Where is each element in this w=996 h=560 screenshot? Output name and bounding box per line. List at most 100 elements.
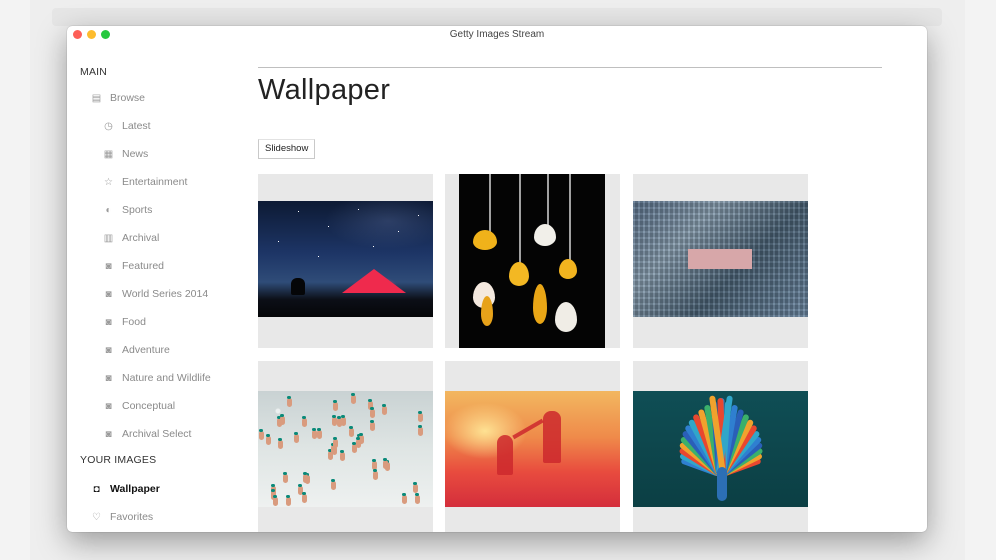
- swimmers-image: [258, 391, 433, 507]
- swimmer-shape: [373, 471, 378, 480]
- camera-icon: ◙: [105, 316, 112, 328]
- sidebar-item-archival[interactable]: ▥ Archival: [103, 229, 160, 247]
- sidebar-item-label: Archival: [122, 232, 160, 244]
- swimmer-shape: [294, 434, 299, 443]
- sidebar-item-label: Archival Select: [122, 428, 192, 440]
- sidebar-item-label: World Series 2014: [122, 288, 209, 300]
- swimmer-shape: [349, 428, 354, 437]
- your-images-section-heading: YOUR IMAGES: [80, 454, 157, 466]
- sidebar-item-label: Latest: [122, 120, 151, 132]
- image-tile[interactable]: [445, 361, 620, 532]
- sidebar-item-world-series-2014[interactable]: ◙ World Series 2014: [103, 285, 208, 303]
- image-tile[interactable]: [445, 174, 620, 348]
- swim-cap-shape: [273, 495, 277, 498]
- sidebar-item-label: Sports: [122, 204, 153, 216]
- swimmer-shape: [317, 430, 322, 439]
- swim-cap-shape: [368, 399, 372, 402]
- sidebar-item-nature-and-wildlife[interactable]: ◙ Nature and Wildlife: [103, 369, 210, 387]
- camera-icon: ◙: [105, 372, 112, 384]
- swim-cap-shape: [413, 482, 417, 485]
- image-tile[interactable]: [633, 361, 808, 532]
- title-divider: [258, 67, 882, 68]
- swimmer-shape: [259, 431, 264, 440]
- swim-cap-shape: [271, 484, 275, 487]
- parrot-image: [633, 391, 808, 507]
- sidebar-item-conceptual[interactable]: ◙ Conceptual: [103, 397, 175, 415]
- app-window: Getty Images Stream MAIN ▤ Browse ◷ Late…: [67, 26, 927, 532]
- sidebar-item-entertainment[interactable]: ☆ Entertainment: [103, 173, 187, 191]
- swim-cap-shape: [418, 425, 422, 428]
- swimmer-shape: [278, 440, 283, 449]
- sidebar-item-label: Featured: [122, 260, 165, 272]
- sidebar-item-news[interactable]: ▦ News: [103, 145, 149, 163]
- swimmer-shape: [312, 430, 317, 439]
- slideshow-button[interactable]: Slideshow: [258, 139, 316, 159]
- sidebar-item-label: Browse: [110, 92, 146, 104]
- sidebar-item-browse[interactable]: ▤ Browse: [91, 89, 145, 107]
- sidebar-item-sports[interactable]: ◐ Sports: [103, 201, 152, 219]
- star-icon: ☆: [104, 176, 113, 188]
- swim-cap-shape: [294, 432, 298, 435]
- sidebar-item-latest[interactable]: ◷ Latest: [103, 117, 151, 135]
- sidebar-item-label: Wallpaper: [110, 483, 160, 495]
- swimmer-shape: [302, 494, 307, 503]
- swim-cap-shape: [415, 493, 419, 496]
- swim-cap-shape: [302, 492, 306, 495]
- swim-cap-shape: [349, 426, 353, 429]
- swimmer-shape: [351, 395, 356, 404]
- swimmer-shape: [418, 427, 423, 436]
- tent-shape: [342, 269, 406, 293]
- night-sky-tent-image: [258, 201, 433, 317]
- sidebar-item-featured[interactable]: ◙ Featured: [103, 257, 164, 275]
- swimmer-shape: [415, 495, 420, 504]
- swim-cap-shape: [271, 489, 275, 492]
- swim-cap-shape: [303, 472, 307, 475]
- camera-icon: ◙: [105, 400, 112, 412]
- swimmer-shape: [340, 452, 345, 461]
- image-tile[interactable]: [258, 361, 433, 532]
- browse-icon: ▤: [91, 92, 102, 104]
- swimmer-shape: [266, 436, 271, 445]
- swimmer-shape: [283, 474, 288, 483]
- swim-cap-shape: [280, 414, 284, 417]
- sky-patch: [688, 249, 752, 269]
- swim-cap-shape: [341, 415, 345, 418]
- sunset-high-five-image: [445, 391, 620, 507]
- swim-cap-shape: [370, 407, 374, 410]
- sidebar-item-adventure[interactable]: ◙ Adventure: [103, 341, 169, 359]
- swim-cap-shape: [418, 411, 422, 414]
- heart-icon: ♡: [92, 511, 101, 523]
- swim-cap-shape: [337, 416, 341, 419]
- swim-cap-shape: [332, 415, 336, 418]
- sidebar-item-archival-select[interactable]: ◙ Archival Select: [103, 425, 191, 443]
- sidebar-item-food[interactable]: ◙ Food: [103, 313, 145, 331]
- swim-cap-shape: [317, 428, 321, 431]
- window-title: Getty Images Stream: [449, 29, 545, 40]
- swim-cap-shape: [373, 469, 377, 472]
- sidebar-item-label: Entertainment: [122, 176, 188, 188]
- swim-cap-shape: [286, 495, 290, 498]
- sidebar-item-wallpaper[interactable]: ◘ Wallpaper: [91, 480, 160, 498]
- swimmer-shape: [273, 497, 278, 506]
- swim-cap-shape: [331, 479, 335, 482]
- swim-cap-shape: [370, 420, 374, 423]
- swim-cap-shape: [372, 459, 376, 462]
- swimmer-shape: [333, 439, 338, 448]
- sidebar-item-label: News: [122, 148, 149, 160]
- title-bar: Getty Images Stream: [67, 26, 927, 46]
- swimmer-shape: [382, 406, 387, 415]
- image-tile[interactable]: [258, 174, 433, 348]
- sidebar-item-favorites[interactable]: ♡ Favorites: [91, 508, 153, 526]
- swim-cap-shape: [402, 493, 406, 496]
- swim-cap-shape: [259, 429, 263, 432]
- swim-cap-shape: [356, 437, 360, 440]
- swim-cap-shape: [302, 416, 306, 419]
- wallpaper-icon: ◘: [93, 483, 100, 495]
- camera-icon: ◙: [105, 288, 112, 300]
- swimmer-shape: [370, 422, 375, 431]
- swim-cap-shape: [340, 450, 344, 453]
- swimmer-shape: [370, 409, 375, 418]
- image-tile[interactable]: [633, 174, 808, 348]
- main-content: Wallpaper Slideshow: [258, 46, 918, 532]
- swim-cap-shape: [359, 433, 363, 436]
